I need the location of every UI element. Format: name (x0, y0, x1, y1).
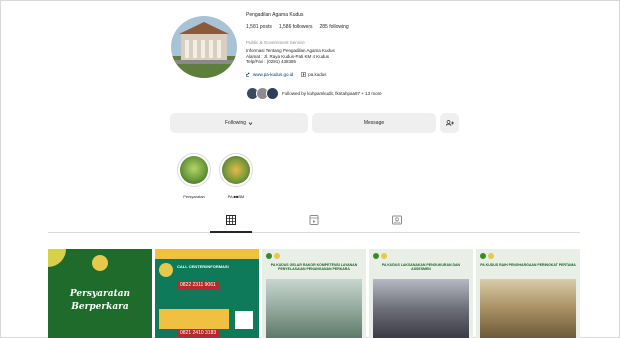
tab-reels[interactable] (308, 214, 320, 226)
followers-count[interactable]: 1,586 followers (279, 24, 313, 30)
post-grid: Persyaratan Berperkara CALL CENTER/INFOR… (48, 249, 580, 338)
bio-line: Telp/Fax : (0291) 438385 (246, 59, 297, 65)
post-heading: CALL CENTER/INFORMASI (177, 264, 229, 269)
add-person-icon (445, 120, 454, 126)
suggested-accounts-button[interactable] (440, 113, 459, 133)
profile-stats: 1,581 posts 1,586 followers 285 followin… (246, 24, 349, 30)
logo-row (373, 253, 387, 259)
following-count[interactable]: 285 following (320, 24, 349, 30)
tagged-icon (392, 215, 402, 225)
website-link[interactable]: www.pa-kudus.go.id (246, 72, 293, 77)
highlight-ring (219, 153, 253, 187)
logo-icon (480, 253, 486, 259)
phone-number: 0822 2311 9061 (177, 281, 219, 289)
logo-row (266, 253, 280, 259)
profile-avatar[interactable] (171, 16, 237, 78)
court-logo-icon (92, 255, 108, 271)
story-highlight[interactable]: PA ■■BM (219, 153, 253, 199)
post-tile[interactable]: PA KUDUS LAKSANAKAN PENGUKURAN DAN ASSES… (369, 249, 473, 338)
post-photo (480, 279, 576, 338)
logo-icon (381, 253, 387, 259)
reels-icon (309, 215, 319, 225)
facebook-icon (301, 72, 307, 77)
chevron-down-icon (248, 121, 253, 125)
tab-posts[interactable] (225, 214, 237, 226)
mutual-avatar (266, 87, 279, 100)
profile-bio: Informasi Tentang Pengadilan Agama Kudus… (246, 48, 396, 65)
post-title: Persyaratan (69, 289, 131, 299)
logo-icon (266, 253, 272, 259)
post-tile[interactable]: Persyaratan Berperkara (48, 249, 152, 338)
post-heading: PA KUDUS RAIH PENGHARGAAN PERINGKAT PERT… (480, 263, 576, 267)
tab-tagged[interactable] (391, 214, 403, 226)
profile-category: Public & Government Service (246, 40, 305, 45)
post-photo (266, 279, 362, 338)
logo-icon (373, 253, 379, 259)
profile-links: www.pa-kudus.go.id pa.kudus (246, 72, 327, 77)
post-tile[interactable]: CALL CENTER/INFORMASI 0822 2311 9061 082… (155, 249, 259, 338)
following-button[interactable]: Following (170, 113, 308, 133)
highlight-cover (180, 156, 208, 184)
mutual-avatars (246, 87, 279, 100)
post-heading: PA KUDUS LAKSANAKAN PENGUKURAN DAN ASSES… (381, 263, 461, 271)
phone-number: 0821 2410 3183 (177, 329, 220, 337)
court-logo-icon (159, 263, 173, 277)
following-label: Following (224, 120, 247, 126)
post-tile[interactable]: PA KUDUS GELAR RAKOR KOMPETENSI LAYANAN … (262, 249, 366, 338)
post-banner (155, 249, 259, 259)
facebook-label: pa.kudus (308, 72, 327, 77)
highlight-label: Persyaratan (183, 194, 205, 199)
followed-by-row[interactable]: Followed by kuhpamkudit, fkntahpaa97 + 1… (246, 87, 382, 100)
decorative-corner (48, 249, 66, 267)
post-photo (373, 279, 469, 338)
message-label: Message (363, 120, 385, 126)
posts-count: 1,581 posts (246, 24, 272, 30)
profile-username: Pengadilan Agama Kudus (246, 12, 304, 18)
active-tab-indicator (210, 231, 252, 233)
highlight-ring (177, 153, 211, 187)
post-heading: PA KUDUS GELAR RAKOR KOMPETENSI LAYANAN … (270, 263, 358, 271)
post-title: Berperkara (71, 302, 129, 312)
highlight-label: PA ■■BM (227, 194, 245, 199)
facebook-link[interactable]: pa.kudus (301, 72, 327, 77)
logo-icon (488, 253, 494, 259)
highlight-cover (222, 156, 250, 184)
link-icon (246, 72, 250, 77)
grid-icon (226, 215, 236, 225)
tabs-divider (48, 232, 580, 233)
message-button[interactable]: Message (312, 113, 436, 133)
followed-by-text: Followed by kuhpamkudit, fkntahpaa97 + 1… (282, 91, 382, 96)
info-box (159, 309, 229, 329)
story-highlight[interactable]: Persyaratan (177, 153, 211, 199)
post-tile[interactable]: PA KUDUS RAIH PENGHARGAAN PERINGKAT PERT… (476, 249, 580, 338)
logo-row (480, 253, 494, 259)
website-label: www.pa-kudus.go.id (253, 72, 294, 77)
qr-code (235, 311, 253, 329)
logo-icon (274, 253, 280, 259)
